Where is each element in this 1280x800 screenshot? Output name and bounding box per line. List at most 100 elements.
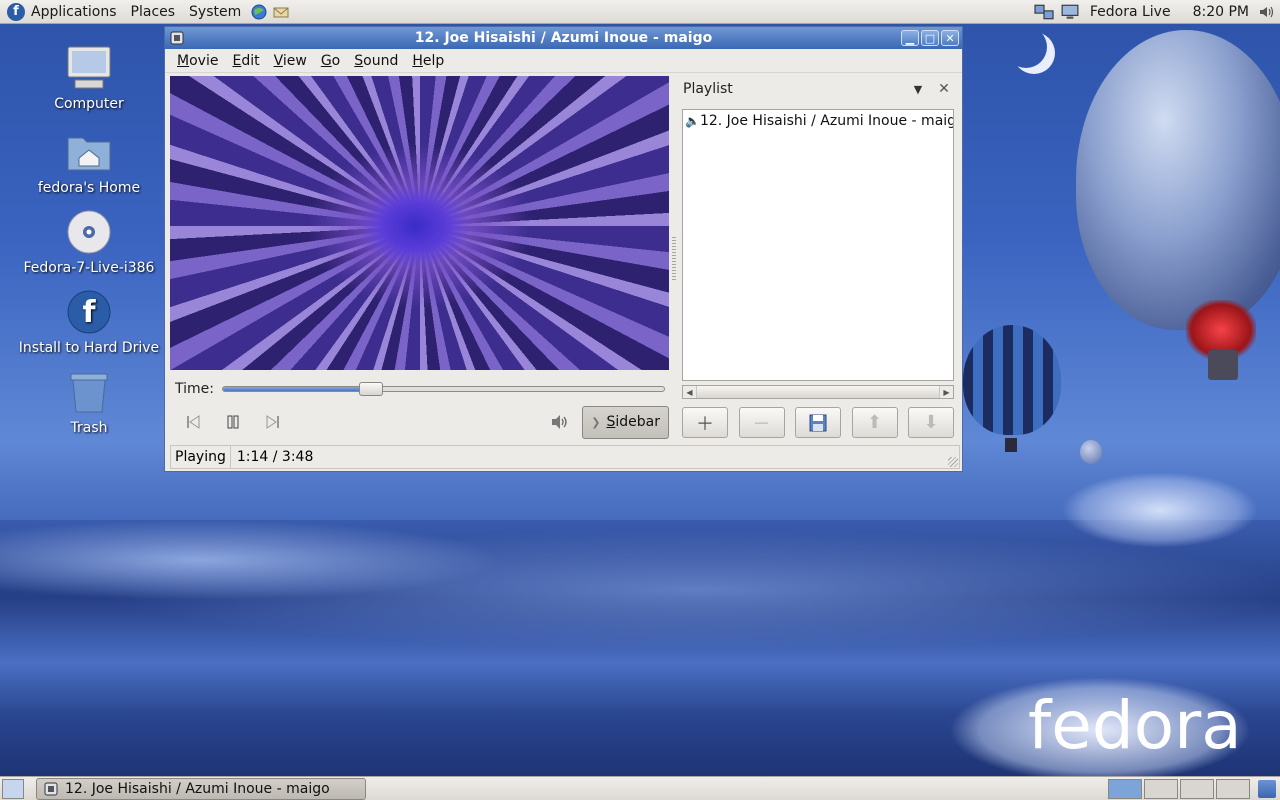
pause-button[interactable] bbox=[213, 406, 253, 438]
user-label[interactable]: Fedora Live bbox=[1083, 0, 1178, 24]
workspace-3[interactable] bbox=[1180, 778, 1214, 799]
scroll-left-icon[interactable]: ◀ bbox=[683, 386, 697, 398]
taskbar-window-button[interactable]: 12. Joe Hisaishi / Azumi Inoue - maigo bbox=[36, 777, 366, 800]
menu-help[interactable]: Help bbox=[405, 53, 451, 69]
window-title: 12. Joe Hisaishi / Azumi Inoue - maigo bbox=[414, 30, 713, 46]
desktop-icon-label: Computer bbox=[54, 96, 124, 112]
computer-icon bbox=[65, 44, 113, 92]
previous-icon bbox=[187, 415, 200, 429]
next-button[interactable] bbox=[253, 406, 293, 438]
scrollbar-thumb[interactable] bbox=[697, 386, 939, 398]
statusbar: Playing 1:14 / 3:48 bbox=[170, 445, 960, 469]
window-resize-grip[interactable] bbox=[948, 457, 958, 467]
volume-icon[interactable] bbox=[1258, 4, 1276, 20]
desktop-icon-computer[interactable]: Computer bbox=[4, 44, 174, 112]
desktop-icon-install[interactable]: f Install to Hard Drive bbox=[4, 288, 174, 356]
wallpaper-balloon-medium bbox=[963, 325, 1061, 435]
menu-movie[interactable]: Movie bbox=[170, 53, 225, 69]
playlist-horizontal-scrollbar[interactable]: ◀ ▶ bbox=[682, 385, 954, 399]
remove-button[interactable]: － bbox=[738, 407, 785, 438]
scroll-right-icon[interactable]: ▶ bbox=[939, 386, 953, 398]
menu-go[interactable]: Go bbox=[314, 53, 347, 69]
playlist-item-label: 12. Joe Hisaishi / Azumi Inoue - maigo bbox=[699, 113, 953, 129]
menubar: Movie Edit View Go Sound Help bbox=[165, 49, 962, 73]
add-button[interactable]: ＋ bbox=[682, 407, 728, 438]
sidebar-toggle-button[interactable]: ❯ Sidebar bbox=[582, 405, 669, 439]
move-up-button[interactable]: ⬆ bbox=[851, 407, 898, 438]
seek-slider-fill bbox=[222, 387, 372, 391]
web-browser-icon[interactable] bbox=[250, 4, 268, 20]
trash-applet-icon[interactable] bbox=[1258, 779, 1276, 798]
minus-icon: － bbox=[752, 413, 771, 435]
video-area[interactable] bbox=[170, 76, 669, 370]
plus-icon: ＋ bbox=[696, 413, 714, 435]
workspace-4[interactable] bbox=[1216, 778, 1250, 799]
wallpaper-balloon-large bbox=[1076, 30, 1280, 360]
seek-slider[interactable] bbox=[221, 382, 665, 396]
desktop-icon-trash[interactable]: Trash bbox=[4, 368, 174, 436]
playback-state: Playing bbox=[171, 446, 231, 468]
desktop-icon-label: Fedora-7-Live-i386 bbox=[23, 260, 155, 276]
sidebar-button-label: Sidebar bbox=[606, 414, 660, 430]
applications-menu[interactable]: f Applications bbox=[0, 0, 124, 24]
trash-icon bbox=[65, 368, 113, 416]
seek-slider-handle[interactable] bbox=[359, 382, 384, 396]
totem-task-icon bbox=[44, 782, 58, 795]
top-panel: f Applications Places System Fedora Live… bbox=[0, 0, 1280, 24]
save-button[interactable] bbox=[795, 407, 841, 438]
wallpaper-balloon-basket bbox=[1208, 350, 1238, 380]
show-desktop-icon[interactable] bbox=[2, 778, 24, 799]
arrow-down-icon: ⬇ bbox=[923, 412, 939, 433]
workspace-switcher bbox=[1108, 778, 1250, 799]
close-button[interactable]: ✕ bbox=[941, 30, 959, 46]
network-manager-icon[interactable] bbox=[1059, 3, 1081, 21]
taskbar-window-title: 12. Joe Hisaishi / Azumi Inoue - maigo bbox=[65, 780, 330, 797]
fedora-install-icon: f bbox=[65, 288, 113, 336]
applications-menu-label: Applications bbox=[31, 3, 117, 20]
svg-text:f: f bbox=[82, 295, 96, 330]
workspace-2[interactable] bbox=[1144, 778, 1178, 799]
desktop-icon-label: Install to Hard Drive bbox=[18, 340, 160, 356]
wallpaper-moon bbox=[1005, 26, 1047, 68]
pane-resize-handle[interactable] bbox=[672, 237, 676, 281]
playlist-header: Playlist ▼ ✕ bbox=[683, 79, 955, 99]
arrow-up-icon: ⬆ bbox=[866, 412, 883, 433]
mail-client-icon[interactable] bbox=[272, 4, 290, 20]
fedora-wallpaper-logo: fedora bbox=[1028, 687, 1242, 764]
playlist-buttons: ＋ － ⬆ ⬇ bbox=[682, 407, 954, 439]
wallpaper-balloon-medium-basket bbox=[1005, 438, 1017, 452]
chevron-right-icon: ❯ bbox=[591, 415, 601, 429]
controls-row: ❯ Sidebar bbox=[173, 405, 669, 439]
desktop-icon-cdrom[interactable]: Fedora-7-Live-i386 bbox=[4, 208, 174, 276]
system-menu[interactable]: System bbox=[182, 0, 248, 24]
menu-sound[interactable]: Sound bbox=[347, 53, 405, 69]
previous-button[interactable] bbox=[173, 406, 213, 438]
next-icon bbox=[266, 415, 279, 429]
wallpaper-balloon-small bbox=[1080, 440, 1102, 464]
desktop-icon-label: Trash bbox=[70, 420, 108, 436]
move-down-button[interactable]: ⬇ bbox=[908, 407, 954, 438]
pause-icon bbox=[227, 415, 239, 429]
close-sidebar-icon[interactable]: ✕ bbox=[933, 81, 955, 97]
network-status-icon[interactable] bbox=[1033, 3, 1055, 21]
playback-time: 1:14 / 3:48 bbox=[236, 449, 314, 465]
playlist-item[interactable]: 🔈 12. Joe Hisaishi / Azumi Inoue - maigo bbox=[683, 110, 953, 132]
wallpaper-clouds-upper bbox=[1020, 430, 1280, 570]
desktop-icon-home[interactable]: fedora's Home bbox=[4, 128, 174, 196]
playlist-title: Playlist bbox=[683, 81, 733, 97]
chevron-down-icon[interactable]: ▼ bbox=[909, 83, 927, 96]
maximize-button[interactable]: □ bbox=[921, 30, 939, 46]
minimize-button[interactable]: ▁ bbox=[901, 30, 919, 46]
menu-view[interactable]: View bbox=[267, 53, 314, 69]
time-row: Time: bbox=[175, 379, 665, 399]
clock[interactable]: 8:20 PM bbox=[1186, 0, 1256, 24]
volume-button[interactable] bbox=[546, 408, 574, 436]
window-titlebar[interactable]: 12. Joe Hisaishi / Azumi Inoue - maigo ▁… bbox=[165, 27, 962, 49]
playlist-list[interactable]: 🔈 12. Joe Hisaishi / Azumi Inoue - maigo bbox=[682, 109, 954, 381]
menu-edit[interactable]: Edit bbox=[225, 53, 266, 69]
workspace-1[interactable] bbox=[1108, 778, 1142, 799]
bottom-panel: 12. Joe Hisaishi / Azumi Inoue - maigo bbox=[0, 776, 1280, 800]
totem-window: 12. Joe Hisaishi / Azumi Inoue - maigo ▁… bbox=[164, 26, 963, 472]
places-menu[interactable]: Places bbox=[124, 0, 183, 24]
speaker-icon: 🔈 bbox=[685, 114, 700, 128]
